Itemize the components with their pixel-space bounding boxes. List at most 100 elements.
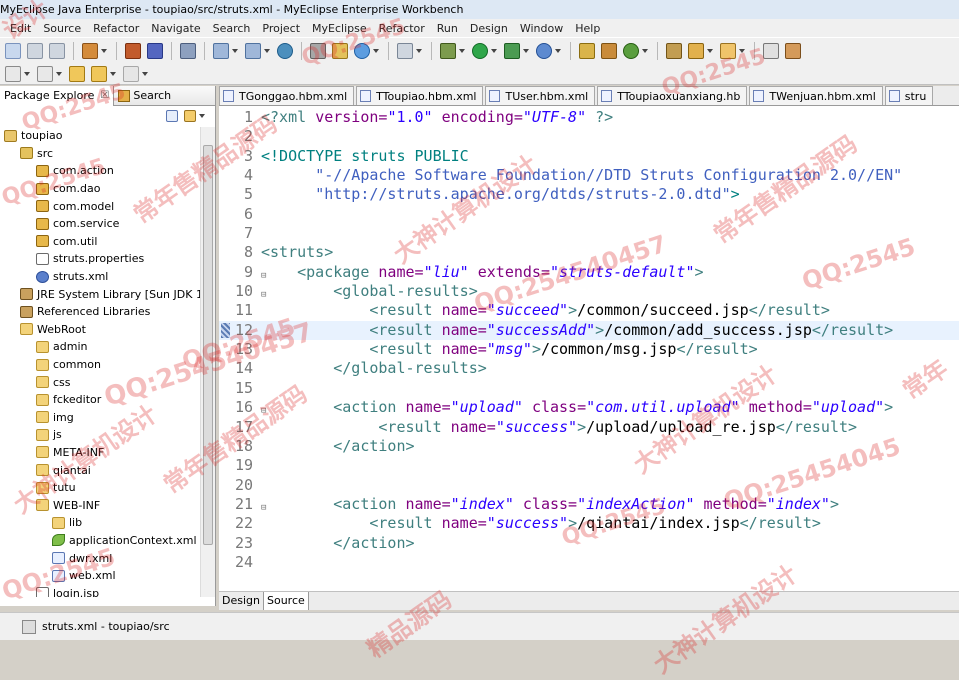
code-line[interactable]: 4 "-//Apache Software Foundation//DTD St… bbox=[219, 166, 959, 185]
code-line[interactable]: 13 <result name="msg">/common/msg.jsp</r… bbox=[219, 340, 959, 359]
deploy-icon[interactable] bbox=[213, 42, 229, 59]
code-line[interactable]: 19 bbox=[219, 456, 959, 475]
class-icon[interactable] bbox=[147, 42, 163, 59]
chevron-down-icon[interactable] bbox=[707, 48, 713, 53]
next-annotation-icon[interactable] bbox=[5, 65, 21, 82]
code-line[interactable]: 20 bbox=[219, 476, 959, 495]
code-editor[interactable]: 1 <?xml version="1.0" encoding="UTF-8" ?>… bbox=[219, 108, 959, 588]
tree-item[interactable]: css bbox=[0, 373, 200, 391]
tree-item[interactable]: com.dao bbox=[0, 180, 200, 198]
forward-icon[interactable] bbox=[123, 65, 139, 82]
editor-tab[interactable]: TWenjuan.hbm.xml bbox=[749, 86, 883, 105]
code-line[interactable]: 6 bbox=[219, 205, 959, 224]
web-icon[interactable] bbox=[354, 42, 370, 59]
back-icon[interactable] bbox=[91, 65, 107, 82]
prev-annotation-icon[interactable] bbox=[37, 65, 53, 82]
tree-item[interactable]: login.jsp bbox=[0, 584, 200, 597]
server-run-icon[interactable] bbox=[245, 42, 261, 59]
tree-item[interactable]: WEB-INF bbox=[0, 496, 200, 514]
open-task-icon[interactable] bbox=[720, 42, 736, 59]
tree-item[interactable]: struts.properties bbox=[0, 250, 200, 268]
tree-item[interactable]: js bbox=[0, 426, 200, 444]
tree-item[interactable]: src bbox=[0, 145, 200, 163]
tree-item[interactable]: com.action bbox=[0, 162, 200, 180]
tree-item[interactable]: dwr.xml bbox=[0, 549, 200, 567]
tree-item[interactable]: web.xml bbox=[0, 567, 200, 585]
chevron-down-icon[interactable] bbox=[739, 48, 745, 53]
chevron-down-icon[interactable] bbox=[110, 71, 116, 76]
code-line[interactable]: 23 </action> bbox=[219, 534, 959, 553]
tree-item[interactable]: com.service bbox=[0, 215, 200, 233]
code-line[interactable]: 3 <!DOCTYPE struts PUBLIC bbox=[219, 147, 959, 166]
chevron-down-icon[interactable] bbox=[491, 48, 497, 53]
tree-item[interactable]: common bbox=[0, 356, 200, 374]
menu-edit[interactable]: Edit bbox=[4, 22, 37, 35]
editor-tab[interactable]: TUser.hbm.xml bbox=[485, 86, 596, 105]
tree-item[interactable]: com.util bbox=[0, 233, 200, 251]
menu-window[interactable]: Window bbox=[514, 22, 569, 35]
editor-tab[interactable]: TToupiao.hbm.xml bbox=[356, 86, 484, 105]
code-line[interactable]: 14 </global-results> bbox=[219, 359, 959, 378]
code-line[interactable]: 7 bbox=[219, 224, 959, 243]
perspective-icon[interactable] bbox=[763, 42, 779, 59]
view-menu-icon[interactable] bbox=[199, 114, 205, 118]
new-package-icon[interactable] bbox=[601, 42, 617, 59]
code-line[interactable]: 24 bbox=[219, 553, 959, 572]
external-tools-icon[interactable] bbox=[504, 42, 520, 59]
code-line[interactable]: 10 ⊟ <global-results> bbox=[219, 282, 959, 301]
chevron-down-icon[interactable] bbox=[101, 48, 107, 53]
new-class-icon[interactable] bbox=[623, 42, 639, 59]
window-icon[interactable] bbox=[397, 42, 413, 59]
link-with-editor-icon[interactable] bbox=[184, 110, 196, 122]
search-icon[interactable] bbox=[688, 42, 704, 59]
close-icon[interactable]: ☒ bbox=[100, 86, 109, 106]
menu-search[interactable]: Search bbox=[207, 22, 257, 35]
menu-project[interactable]: Project bbox=[256, 22, 306, 35]
menu-refactor[interactable]: Refactor bbox=[373, 22, 431, 35]
editor-tab[interactable]: TToupiaoxuanxiang.hb bbox=[597, 86, 748, 105]
collapse-all-icon[interactable] bbox=[166, 110, 178, 122]
chevron-down-icon[interactable] bbox=[416, 48, 422, 53]
chevron-down-icon[interactable] bbox=[523, 48, 529, 53]
last-edit-icon[interactable] bbox=[69, 65, 85, 82]
chevron-down-icon[interactable] bbox=[459, 48, 465, 53]
tree-item[interactable]: applicationContext.xml bbox=[0, 532, 200, 550]
code-line[interactable]: 9 ⊟ <package name="liu" extends="struts-d… bbox=[219, 263, 959, 282]
coverage-icon[interactable] bbox=[536, 42, 552, 59]
tree-item[interactable]: lib bbox=[0, 514, 200, 532]
chevron-down-icon[interactable] bbox=[264, 48, 270, 53]
code-line[interactable]: 1 <?xml version="1.0" encoding="UTF-8" ?> bbox=[219, 108, 959, 127]
tree-item[interactable]: tutu bbox=[0, 479, 200, 497]
debug-icon[interactable] bbox=[440, 42, 456, 59]
editor-tab[interactable]: TGonggao.hbm.xml bbox=[219, 86, 355, 105]
tab-search[interactable]: Search bbox=[114, 86, 175, 106]
tree-item[interactable]: struts.xml bbox=[0, 268, 200, 286]
browser-icon[interactable] bbox=[277, 42, 293, 59]
java-perspective-icon[interactable] bbox=[785, 42, 801, 59]
chevron-down-icon[interactable] bbox=[142, 71, 148, 76]
tree-item[interactable]: WebRoot bbox=[0, 321, 200, 339]
chevron-down-icon[interactable] bbox=[555, 48, 561, 53]
chevron-down-icon[interactable] bbox=[642, 48, 648, 53]
save-icon[interactable] bbox=[27, 42, 43, 59]
package-icon[interactable] bbox=[125, 42, 141, 59]
new-wizard-icon[interactable] bbox=[82, 42, 98, 59]
open-project-icon[interactable] bbox=[332, 42, 348, 59]
code-line[interactable]: 17 <result name="success">/upload/upload… bbox=[219, 418, 959, 437]
new-java-project-icon[interactable] bbox=[579, 42, 595, 59]
code-line[interactable]: 8 <struts> bbox=[219, 243, 959, 262]
tree-item[interactable]: JRE System Library [Sun JDK 1.6 bbox=[0, 285, 200, 303]
tree-item[interactable]: Referenced Libraries bbox=[0, 303, 200, 321]
code-line[interactable]: 5 "http://struts.apache.org/dtds/struts-… bbox=[219, 185, 959, 204]
code-line[interactable]: 12 <result name="successAdd">/common/add… bbox=[219, 320, 959, 341]
tree-item[interactable]: META-INF bbox=[0, 444, 200, 462]
code-line[interactable]: 21 ⊟ <action name="index" class="indexAct… bbox=[219, 495, 959, 514]
tree-item[interactable]: fckeditor bbox=[0, 391, 200, 409]
tab-source[interactable]: Source bbox=[263, 592, 309, 610]
server-icon[interactable] bbox=[180, 42, 196, 59]
menu-refactor[interactable]: Refactor bbox=[87, 22, 145, 35]
code-line[interactable]: 18 </action> bbox=[219, 437, 959, 456]
editor-tab[interactable]: stru bbox=[884, 86, 934, 105]
tab-package-explorer[interactable]: Package Explore ☒ bbox=[0, 85, 115, 106]
menu-navigate[interactable]: Navigate bbox=[145, 22, 206, 35]
